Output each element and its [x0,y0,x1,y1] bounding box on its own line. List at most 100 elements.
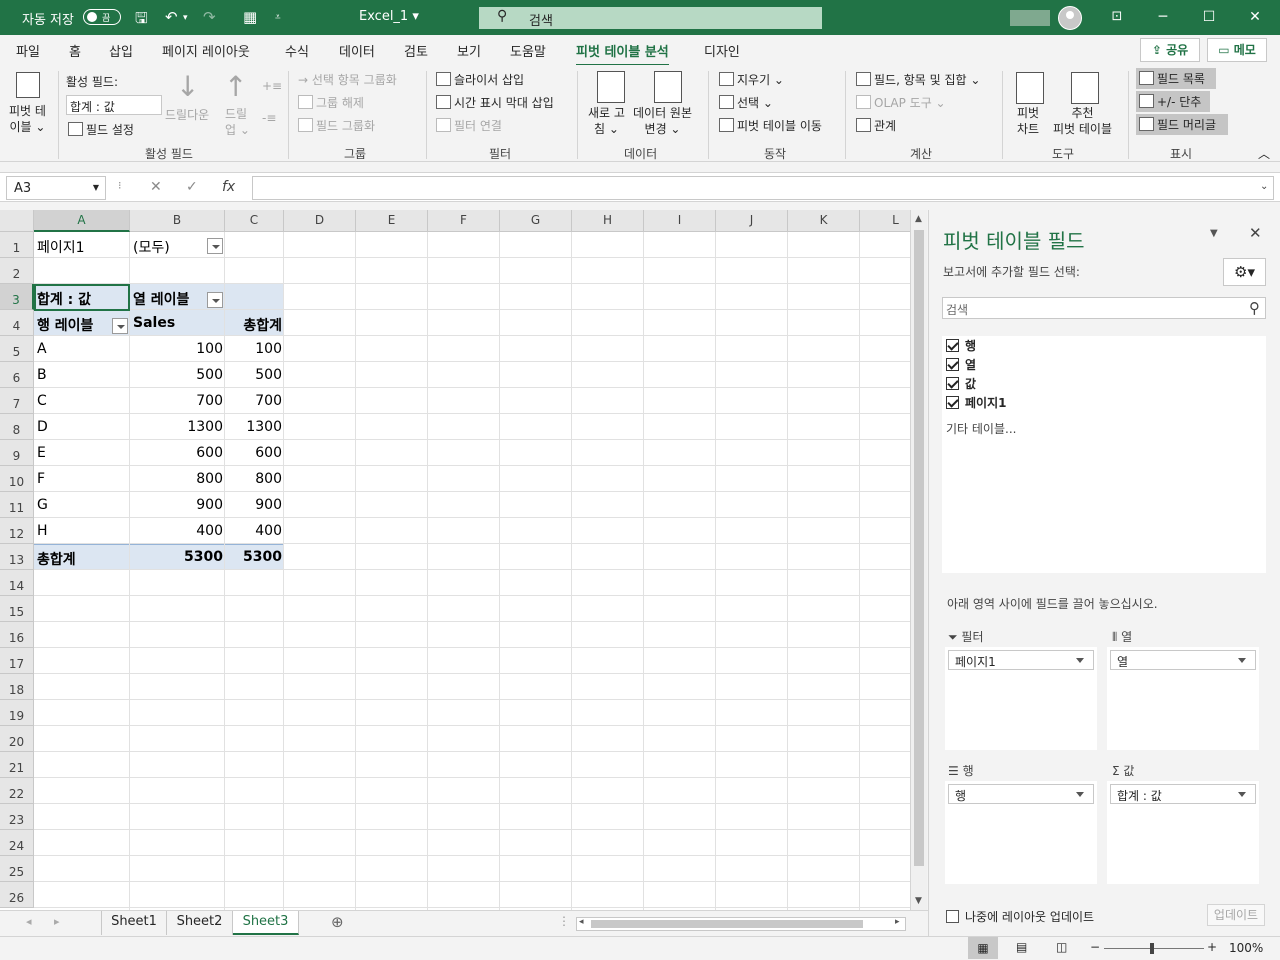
customize-qat-icon[interactable]: ⩡ [275,12,281,23]
row-header-19[interactable]: 19 [0,700,34,726]
column-header-i[interactable]: I [644,210,716,232]
row-header-18[interactable]: 18 [0,674,34,700]
column-header-g[interactable]: G [500,210,572,232]
page-layout-view-icon[interactable]: ▤ [1016,940,1027,954]
avatar[interactable] [1058,6,1082,30]
relationships-button[interactable]: 관계 [856,117,896,134]
drillup-button[interactable]: 드릴 업 ⌄ [225,106,250,138]
row-header-24[interactable]: 24 [0,830,34,856]
row-header-22[interactable]: 22 [0,778,34,804]
field-item-column[interactable]: 열 [946,356,976,373]
document-title[interactable]: Excel_1 ▾ [359,9,419,24]
tab-insert[interactable]: 삽입 [109,41,133,60]
field-item-row[interactable]: 행 [946,337,976,354]
sheet-tab-sheet3[interactable]: Sheet3 [233,911,299,935]
add-sheet-icon[interactable]: ⊕ [331,913,344,931]
row-header-14[interactable]: 14 [0,570,34,596]
row-header-13[interactable]: 13 [0,544,34,570]
scroll-down-icon[interactable]: ▼ [915,896,922,906]
tab-page-layout[interactable]: 페이지 레이아웃 [162,41,250,60]
undo-icon[interactable]: ↶ [165,8,178,26]
fields-items-sets-button[interactable]: 필드, 항목 및 집합 ⌄ [856,71,980,88]
expand-field-icon[interactable]: +≡ [262,79,282,93]
filters-area[interactable]: 페이지1 [945,647,1097,750]
recommended-pivot-button[interactable]: 추천 피벗 테이블 [1053,105,1112,137]
worksheet-grid[interactable]: A B C D E F G H I J K L 1 2 3 4 5 6 7 8 9 10 11 12 13 14 15 16 17 18 1… [0,210,910,910]
column-header-k[interactable]: K [788,210,860,232]
tab-splitter-icon[interactable]: ⋮ [558,914,570,928]
drilldown-button[interactable]: 드릴다운 [165,106,209,123]
checkbox-checked[interactable] [946,396,959,409]
column-header-b[interactable]: B [130,210,225,232]
move-pivottable-button[interactable]: 피벗 테이블 이동 [719,117,822,134]
row-header-17[interactable]: 17 [0,648,34,674]
columns-area[interactable]: 열 [1107,647,1259,750]
column-header-e[interactable]: E [356,210,428,232]
pivotchart-button[interactable]: 피벗 차트 [1017,105,1039,137]
insert-timeline-button[interactable]: 시간 표시 막대 삽입 [436,94,554,111]
select-button[interactable]: 선택 ⌄ [719,94,773,111]
collapse-field-icon[interactable]: -≡ [262,111,276,125]
group-field-button[interactable]: 필드 그룹화 [298,117,375,134]
row-header-21[interactable]: 21 [0,752,34,778]
tab-home[interactable]: 홈 [69,41,81,60]
tab-design[interactable]: 디자인 [704,41,740,60]
column-header-c[interactable]: C [225,210,284,232]
zoom-slider[interactable] [1104,948,1204,949]
insert-function-icon[interactable]: fx [222,179,235,195]
select-all-corner[interactable] [0,210,34,232]
buttons-toggle[interactable]: +/- 단추 [1136,91,1210,112]
search-box[interactable]: ⚲ 검색 [479,7,822,29]
name-box-dropdown-icon[interactable]: ▼ [93,183,99,192]
tab-view[interactable]: 보기 [457,41,481,60]
scroll-thumb[interactable] [914,230,924,866]
zoom-level[interactable]: 100% [1229,941,1263,955]
tab-file[interactable]: 파일 [16,41,40,60]
row-header-15[interactable]: 15 [0,596,34,622]
zoom-in-icon[interactable]: + [1207,940,1217,954]
rows-area-item[interactable]: 행 [948,784,1094,804]
tab-formulas[interactable]: 수식 [285,41,309,60]
sheet-tab-sheet1[interactable]: Sheet1 [101,911,167,935]
more-tables-link[interactable]: 기타 테이블... [946,420,1016,437]
field-item-page1[interactable]: 페이지1 [946,394,1006,411]
filters-area-item[interactable]: 페이지1 [948,650,1094,670]
collapse-ribbon-icon[interactable]: ︿ [1258,145,1270,162]
prev-sheet-icon[interactable]: ◂ [26,915,32,928]
row-header-20[interactable]: 20 [0,726,34,752]
minimize-icon[interactable]: ─ [1152,6,1174,28]
row-header-16[interactable]: 16 [0,622,34,648]
row-header-2[interactable]: 2 [0,258,34,284]
row-header-4[interactable]: 4 [0,310,34,336]
tools-gear-icon[interactable]: ⚙▾ [1223,258,1266,286]
row-header-10[interactable]: 10 [0,466,34,492]
form-icon[interactable]: ▦ [243,8,257,26]
values-area[interactable]: 합계 : 값 [1107,781,1259,884]
zoom-out-icon[interactable]: − [1090,940,1100,954]
field-search-input[interactable]: 검색 ⚲ [942,297,1266,319]
column-header-d[interactable]: D [284,210,356,232]
clear-button[interactable]: 지우기 ⌄ [719,71,784,88]
scroll-up-icon[interactable]: ▲ [915,214,922,224]
olap-tools-button[interactable]: OLAP 도구 ⌄ [856,94,946,111]
name-box[interactable]: A3 ▼ [6,176,106,200]
column-header-h[interactable]: H [572,210,644,232]
ribbon-display-icon[interactable]: ⊡ [1106,6,1128,28]
row-header-8[interactable]: 8 [0,414,34,440]
horizontal-scrollbar[interactable]: ◂ ▸ [576,917,906,931]
change-source-button[interactable]: 데이터 원본 변경 ⌄ [633,105,692,137]
sheet-tab-sheet2[interactable]: Sheet2 [167,911,233,935]
redo-icon[interactable]: ↷ [203,8,216,26]
autosave-toggle[interactable]: 끔 [83,9,121,25]
row-labels-dropdown-icon[interactable] [112,318,128,334]
columns-area-item[interactable]: 열 [1110,650,1256,670]
enter-icon[interactable]: ✓ [186,179,198,195]
close-icon[interactable]: ✕ [1244,6,1266,28]
field-headers-button[interactable]: 필드 머리글 [1136,114,1228,135]
row-header-9[interactable]: 9 [0,440,34,466]
save-icon[interactable]: 🖫 [135,8,148,33]
insert-slicer-button[interactable]: 슬라이서 삽입 [436,71,524,88]
checkbox-checked[interactable] [946,377,959,390]
pivottable-button[interactable]: 피벗 테 이블 ⌄ [9,103,46,135]
column-header-f[interactable]: F [428,210,500,232]
